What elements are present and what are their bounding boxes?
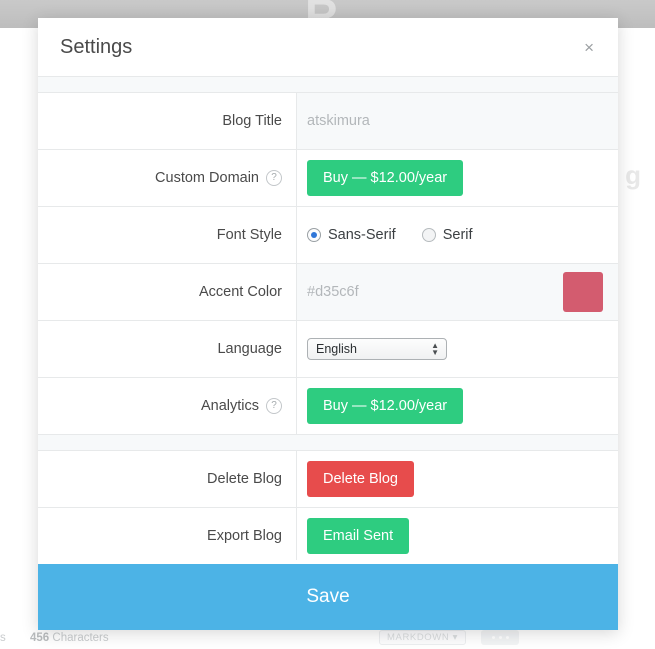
radio-icon-selected[interactable] (307, 228, 321, 242)
accent-color-swatch[interactable] (563, 272, 603, 312)
buy-custom-domain-button[interactable]: Buy — $12.00/year (307, 160, 464, 196)
custom-domain-value: Buy — $12.00/year (297, 150, 618, 206)
background-side-mark: g (625, 160, 641, 190)
radio-option-serif[interactable]: Serif (421, 227, 473, 243)
analytics-value: Buy — $12.00/year (297, 378, 618, 434)
export-blog-value: Email Sent (297, 508, 618, 560)
radio-label-sans-serif: Sans-Serif (328, 227, 396, 243)
form-label-text: Export Blog (207, 528, 282, 544)
form-row-language: Language English ▲ ▼ (38, 321, 618, 378)
page-title: Settings (60, 35, 133, 58)
language-select-wrapper: English ▲ ▼ (307, 338, 447, 360)
form-label-text: Font Style (216, 227, 282, 243)
radio-option-sans-serif[interactable]: Sans-Serif (307, 227, 396, 243)
modal-header: Settings × (38, 18, 618, 77)
form-label-text: Language (217, 341, 282, 357)
chevron-down-icon: ▾ (452, 632, 458, 643)
settings-modal: Settings × Blog Title atskimura Custom D… (38, 18, 618, 630)
help-icon[interactable]: ? (266, 170, 282, 186)
form-row-custom-domain: Custom Domain ? Buy — $12.00/year (38, 150, 618, 207)
dot-icon (491, 636, 495, 639)
help-icon[interactable]: ? (266, 398, 282, 414)
label-analytics: Analytics ? (38, 378, 297, 434)
language-select[interactable]: English (307, 338, 447, 360)
form-label-text: Accent Color (198, 284, 282, 300)
background-editor-footer: s 456 Characters MARKDOWN ▾ (0, 627, 655, 649)
label-language: Language (38, 321, 297, 377)
dot-icon (505, 636, 509, 639)
character-count: 456 Characters (30, 632, 109, 644)
form-row-delete-blog: Delete Blog Delete Blog (38, 451, 618, 508)
form-spacer-middle (38, 435, 618, 451)
form-row-analytics: Analytics ? Buy — $12.00/year (38, 378, 618, 435)
radio-icon-unselected[interactable] (421, 228, 436, 242)
form-label-text: Blog Title (222, 113, 282, 129)
label-font-style: Font Style (38, 207, 297, 263)
language-value: English ▲ ▼ (297, 321, 618, 377)
label-custom-domain: Custom Domain ? (38, 150, 297, 206)
form-row-font-style: Font Style Sans-Serif Serif (38, 207, 618, 264)
markdown-mode-dropdown[interactable]: MARKDOWN ▾ (379, 630, 466, 645)
dot-icon (498, 636, 502, 639)
settings-form: Blog Title atskimura Custom Domain ? Buy… (38, 77, 618, 560)
form-label-text: Analytics (200, 398, 259, 414)
markdown-mode-label: MARKDOWN (387, 632, 450, 643)
export-blog-button[interactable]: Email Sent (307, 518, 410, 554)
close-icon[interactable]: × (582, 35, 596, 60)
font-style-radio-group: Sans-Serif Serif (307, 227, 473, 243)
radio-label-serif: Serif (442, 227, 473, 243)
form-label-text: Custom Domain (155, 170, 259, 186)
save-button[interactable]: Save (38, 564, 618, 630)
accent-color-value: #d35c6f (307, 284, 359, 300)
label-delete-blog: Delete Blog (38, 451, 297, 507)
character-count-label: Characters (52, 632, 109, 644)
form-spacer-top (38, 77, 618, 93)
label-blog-title: Blog Title (38, 93, 297, 149)
blog-title-input[interactable]: atskimura (297, 93, 618, 149)
form-label-text: Delete Blog (207, 471, 282, 487)
delete-blog-value: Delete Blog (297, 451, 618, 507)
form-row-accent-color: Accent Color #d35c6f (38, 264, 618, 321)
form-row-blog-title: Blog Title atskimura (38, 93, 618, 150)
accent-color-input[interactable]: #d35c6f (297, 264, 618, 320)
buy-analytics-button[interactable]: Buy — $12.00/year (307, 388, 464, 424)
label-export-blog: Export Blog (38, 508, 297, 560)
overflow-menu-button[interactable] (481, 630, 519, 645)
delete-blog-button[interactable]: Delete Blog (307, 461, 414, 497)
label-accent-color: Accent Color (38, 264, 297, 320)
character-count-number: 456 (30, 632, 50, 644)
modal-footer: Save (38, 560, 618, 630)
background-footer-left-text: s (0, 632, 6, 644)
font-style-value: Sans-Serif Serif (297, 207, 618, 263)
blog-title-value: atskimura (307, 113, 370, 129)
form-row-export-blog: Export Blog Email Sent (38, 508, 618, 560)
